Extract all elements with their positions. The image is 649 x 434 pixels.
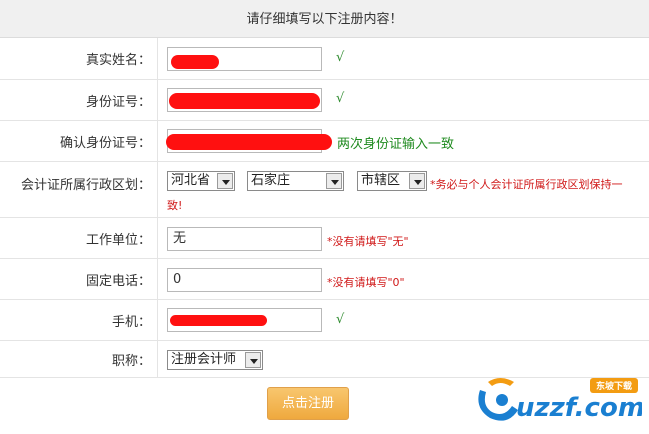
redaction-mark <box>170 315 267 326</box>
phone-label: 固定电话： <box>0 259 158 299</box>
province-select[interactable]: 河北省 <box>167 171 235 191</box>
phone-input[interactable]: 0 <box>167 268 322 292</box>
site-watermark-logo: 东坡下载 uzzf.com <box>472 372 645 428</box>
watermark-badge: 东坡下载 <box>596 380 632 392</box>
chevron-down-icon <box>326 173 342 189</box>
city-select[interactable]: 石家庄 <box>247 171 344 191</box>
register-button[interactable]: 点击注册 <box>267 387 349 420</box>
row-work-unit: 工作单位： 无 *没有请填写"无" <box>0 218 649 259</box>
confirm-id-hint: 两次身份证输入一致 <box>337 137 455 152</box>
id-number-label: 身份证号： <box>0 80 158 120</box>
province-value: 河北省 <box>171 173 211 188</box>
mobile-label: 手机： <box>0 300 158 340</box>
row-mobile: 手机： √ <box>0 300 649 341</box>
mobile-check-icon: √ <box>336 312 345 327</box>
watermark-text: uzzf.com <box>516 393 642 423</box>
form-header: 请仔细填写以下注册内容！ <box>0 0 649 38</box>
region-label: 会计证所属行政区划： <box>0 162 158 217</box>
title-value: 注册会计师 <box>171 352 237 367</box>
watermark-icon: 东坡下载 uzzf.com <box>478 378 645 423</box>
row-phone: 固定电话： 0 *没有请填写"0" <box>0 259 649 300</box>
id-number-check-icon: √ <box>336 91 345 106</box>
chevron-down-icon <box>217 173 233 189</box>
row-confirm-id: 确认身份证号： 两次身份证输入一致 <box>0 121 649 162</box>
real-name-label: 真实姓名： <box>0 38 158 79</box>
form-title: 请仔细填写以下注册内容！ <box>246 12 403 27</box>
city-value: 石家庄 <box>251 173 291 188</box>
work-unit-input[interactable]: 无 <box>167 227 322 251</box>
redaction-mark <box>169 93 320 109</box>
region-hint: *务必与个人会计证所属行政区划保持一 <box>430 178 623 191</box>
title-select[interactable]: 注册会计师 <box>167 350 263 370</box>
confirm-id-label: 确认身份证号： <box>0 121 158 161</box>
redaction-mark <box>166 134 332 150</box>
redaction-mark <box>171 55 219 69</box>
row-id-number: 身份证号： √ <box>0 80 649 121</box>
district-select[interactable]: 市辖区 <box>357 171 427 191</box>
row-real-name: 真实姓名： √ <box>0 38 649 80</box>
phone-hint: *没有请填写"0" <box>327 276 405 289</box>
work-unit-hint: *没有请填写"无" <box>327 235 409 248</box>
title-label: 职称： <box>0 341 158 377</box>
chevron-down-icon <box>245 352 261 368</box>
region-hint-continued: 致! <box>167 199 183 212</box>
row-region: 会计证所属行政区划： 河北省 石家庄 市辖区 *务必与个人会计证所属行政区划保持… <box>0 162 649 218</box>
district-value: 市辖区 <box>361 173 401 188</box>
real-name-check-icon: √ <box>336 50 345 65</box>
work-unit-label: 工作单位： <box>0 218 158 258</box>
chevron-down-icon <box>409 173 425 189</box>
